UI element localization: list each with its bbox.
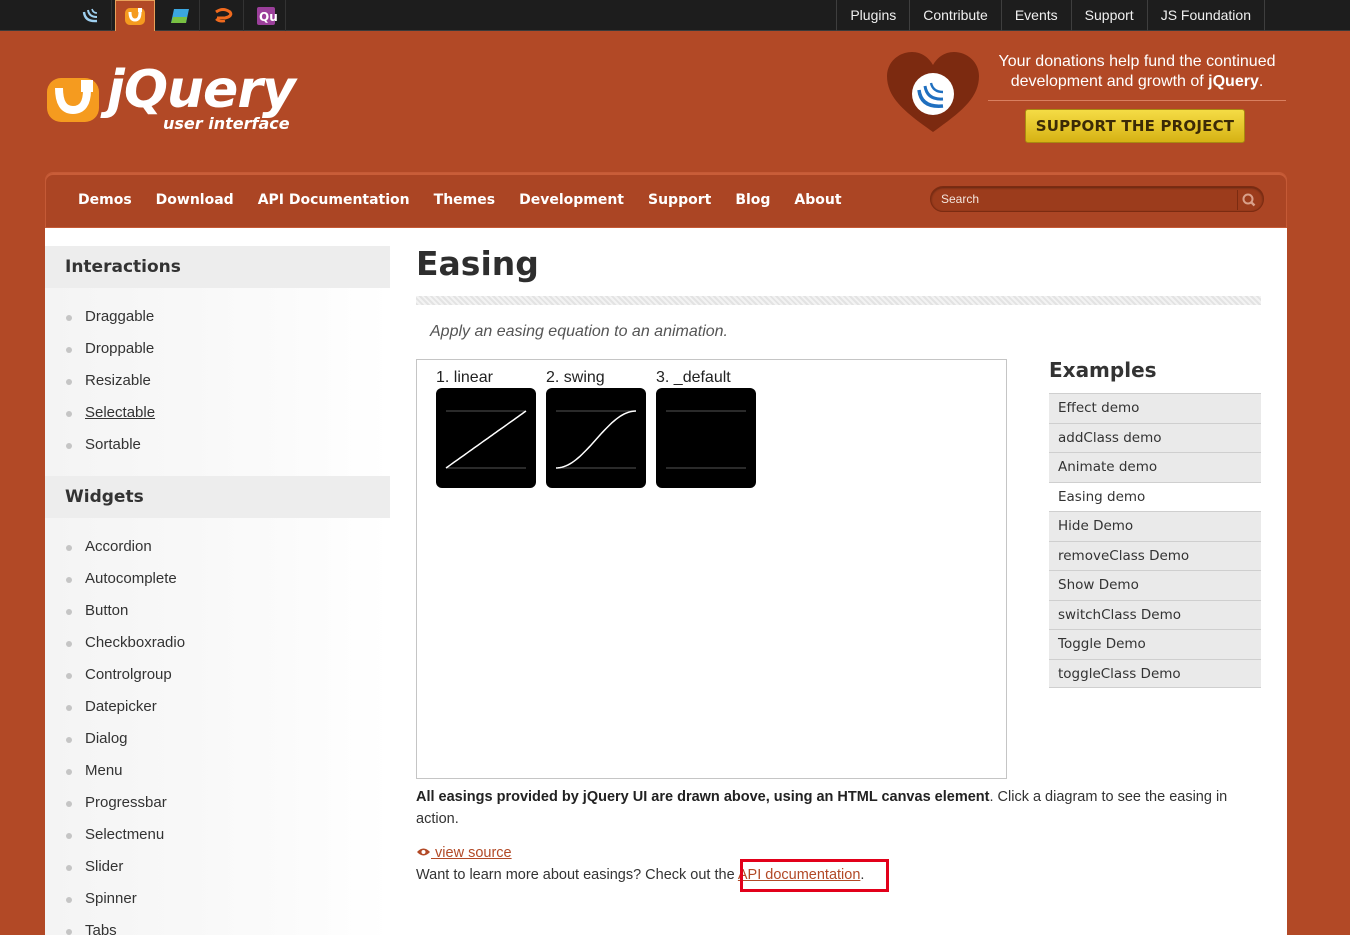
- donation-message: Your donations help fund the continued d…: [988, 52, 1286, 101]
- donation-text-bold: jQuery: [1208, 73, 1259, 90]
- sidebar-item-spinner[interactable]: Spinner: [45, 883, 390, 915]
- global-project-bar: Qu Plugins Contribute Events Support JS …: [0, 0, 1350, 31]
- page-description: Apply an easing equation to an animation…: [430, 323, 728, 340]
- sidebar-item-autocomplete[interactable]: Autocomplete: [45, 563, 390, 595]
- page-title: Easing: [416, 244, 539, 283]
- logo-subtitle: user interface: [163, 114, 290, 133]
- search-icon[interactable]: [1237, 190, 1257, 210]
- jquery-ui-logo-icon: [47, 78, 99, 122]
- search-input[interactable]: [941, 190, 1231, 208]
- sidebar-item-accordion[interactable]: Accordion: [45, 531, 390, 563]
- global-link-events[interactable]: Events: [1000, 0, 1071, 31]
- sidebar: Interactions Draggable Droppable Resizab…: [45, 246, 390, 935]
- demo-explanation: All easings provided by jQuery UI are dr…: [416, 786, 1266, 830]
- sidebar-item-dialog[interactable]: Dialog: [45, 723, 390, 755]
- nav-development[interactable]: Development: [519, 173, 624, 227]
- sidebar-heading-interactions: Interactions: [45, 246, 390, 288]
- svg-text:Qu: Qu: [259, 10, 277, 24]
- global-link-plugins[interactable]: Plugins: [836, 0, 909, 31]
- highlight-box: [740, 859, 889, 892]
- nav-themes[interactable]: Themes: [434, 173, 495, 227]
- example-easing-demo[interactable]: Easing demo: [1049, 481, 1261, 511]
- sidebar-heading-widgets: Widgets: [45, 476, 390, 518]
- graph-label: 1. linear: [436, 369, 493, 386]
- view-source-link[interactable]: view source: [416, 845, 512, 861]
- example-toggle-demo[interactable]: Toggle Demo: [1049, 629, 1261, 659]
- sidebar-item-controlgroup[interactable]: Controlgroup: [45, 659, 390, 691]
- jquery-project-icon[interactable]: [72, 0, 112, 31]
- examples-heading: Examples: [1049, 358, 1157, 382]
- eye-icon: [417, 848, 430, 856]
- example-toggleclass-demo[interactable]: toggleClass Demo: [1049, 658, 1261, 688]
- nav-download[interactable]: Download: [156, 173, 234, 227]
- graph-canvas[interactable]: [656, 388, 756, 488]
- sidebar-item-button[interactable]: Button: [45, 595, 390, 627]
- global-link-support[interactable]: Support: [1070, 0, 1147, 31]
- global-link-contribute[interactable]: Contribute: [909, 0, 1001, 31]
- jquery-ui-logo[interactable]: jQuery user interface: [45, 60, 305, 138]
- sidebar-item-droppable[interactable]: Droppable: [45, 333, 390, 365]
- example-animate-demo[interactable]: Animate demo: [1049, 452, 1261, 482]
- widgets-list: Accordion Autocomplete Button Checkboxra…: [45, 518, 390, 935]
- nav-support[interactable]: Support: [648, 173, 711, 227]
- sidebar-item-menu[interactable]: Menu: [45, 755, 390, 787]
- easing-graph-linear[interactable]: 1. linear: [436, 368, 536, 488]
- jquery-mobile-project-icon[interactable]: [160, 0, 200, 31]
- interactions-list: Draggable Droppable Resizable Selectable…: [45, 288, 390, 476]
- sidebar-item-slider[interactable]: Slider: [45, 851, 390, 883]
- logo-wordmark: jQuery: [107, 60, 296, 120]
- graph-canvas[interactable]: [546, 388, 646, 488]
- nav-about[interactable]: About: [794, 173, 841, 227]
- donation-heart-icon: [887, 52, 979, 132]
- sidebar-item-progressbar[interactable]: Progressbar: [45, 787, 390, 819]
- easing-graph-default[interactable]: 3. _default: [656, 368, 756, 488]
- main-navigation: Demos Download API Documentation Themes …: [45, 172, 1287, 228]
- search-box: [930, 186, 1264, 212]
- sidebar-item-draggable[interactable]: Draggable: [45, 301, 390, 333]
- example-removeclass-demo[interactable]: removeClass Demo: [1049, 540, 1261, 570]
- easing-graph-swing[interactable]: 2. swing: [546, 368, 646, 488]
- support-project-button[interactable]: SUPPORT THE PROJECT: [1025, 109, 1245, 143]
- view-source-label: view source: [435, 845, 512, 861]
- nav-api-documentation[interactable]: API Documentation: [258, 173, 410, 227]
- content-frame: Interactions Draggable Droppable Resizab…: [45, 228, 1287, 935]
- demo-iframe: 1. linear 2. swing 3. _default: [416, 359, 1007, 779]
- sidebar-item-sortable[interactable]: Sortable: [45, 429, 390, 461]
- graph-label: 2. swing: [546, 369, 605, 386]
- sizzle-project-icon[interactable]: [204, 0, 244, 31]
- examples-panel: Examples Effect demo addClass demo Anima…: [1049, 356, 1261, 688]
- global-links: Plugins Contribute Events Support JS Fou…: [836, 0, 1265, 31]
- example-show-demo[interactable]: Show Demo: [1049, 570, 1261, 600]
- sidebar-item-selectable[interactable]: Selectable: [45, 397, 390, 429]
- learn-more-prefix: Want to learn more about easings? Check …: [416, 867, 738, 883]
- nav-demos[interactable]: Demos: [78, 173, 132, 227]
- sidebar-item-checkboxradio[interactable]: Checkboxradio: [45, 627, 390, 659]
- global-link-js-foundation[interactable]: JS Foundation: [1146, 0, 1265, 31]
- sidebar-item-resizable[interactable]: Resizable: [45, 365, 390, 397]
- nav-blog[interactable]: Blog: [735, 173, 770, 227]
- example-effect-demo[interactable]: Effect demo: [1049, 393, 1261, 423]
- demo-explanation-bold: All easings provided by jQuery UI are dr…: [416, 789, 990, 805]
- qunit-project-icon[interactable]: Qu: [246, 0, 286, 31]
- sidebar-item-datepicker[interactable]: Datepicker: [45, 691, 390, 723]
- sidebar-item-selectmenu[interactable]: Selectmenu: [45, 819, 390, 851]
- example-addclass-demo[interactable]: addClass demo: [1049, 422, 1261, 452]
- sidebar-item-tabs[interactable]: Tabs: [45, 915, 390, 935]
- example-hide-demo[interactable]: Hide Demo: [1049, 511, 1261, 541]
- example-switchclass-demo[interactable]: switchClass Demo: [1049, 599, 1261, 629]
- jquery-ui-project-icon[interactable]: [115, 0, 155, 31]
- graph-canvas[interactable]: [436, 388, 536, 488]
- donation-text-end: .: [1258, 73, 1264, 90]
- title-divider: [416, 296, 1261, 305]
- graph-label: 3. _default: [656, 369, 731, 386]
